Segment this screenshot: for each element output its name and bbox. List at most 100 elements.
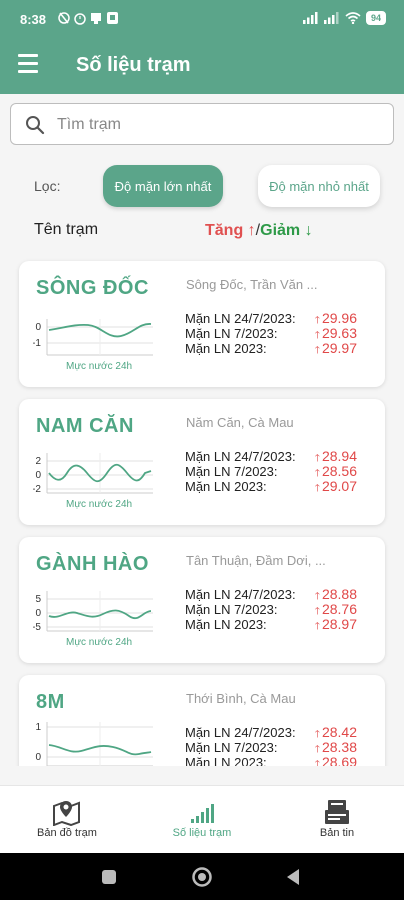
water-level-sparkline: 2 0 -2 <box>33 453 153 495</box>
metric-label: Mặn LN 24/7/2023: <box>185 587 296 602</box>
arrow-up-icon: 🡑 <box>314 621 320 632</box>
metric-label: Mặn LN 24/7/2023: <box>185 449 296 464</box>
recents-icon[interactable] <box>101 869 117 885</box>
metric-label: Mặn LN 7/2023: <box>185 602 278 617</box>
salinity-values: 🡑 28.94 🡑 28.56 🡑 29.07 <box>307 448 357 495</box>
sparkline-caption: Mực nước 24h <box>66 637 133 648</box>
station-location: Thới Bình, Cà Mau <box>186 691 296 706</box>
arrow-up-icon: 🡑 <box>314 591 320 602</box>
nav-label: Số liệu trạm <box>172 827 232 839</box>
back-icon[interactable] <box>285 868 301 886</box>
metric-label: Mặn LN 2023: <box>185 617 267 632</box>
salinity-values: 🡑 29.96 🡑 29.63 🡑 29.97 <box>307 311 357 357</box>
metric-value: 29.63 <box>321 325 357 341</box>
arrow-up-icon: 🡑 <box>314 744 320 755</box>
sparkline-caption: Mực nước 24h <box>66 361 133 372</box>
metric-value: 28.97 <box>321 616 357 632</box>
arrow-up-icon: 🡑 <box>314 759 320 766</box>
y-tick: -1 <box>33 338 41 349</box>
map-marker-icon <box>53 801 80 826</box>
search-input[interactable] <box>57 113 377 137</box>
metric-value: 28.42 <box>321 724 357 740</box>
station-name-column-header: Tên trạm <box>34 221 99 238</box>
page-title: Số liệu trạm <box>76 54 191 76</box>
metric-value: 28.38 <box>321 739 357 755</box>
metric-label: Mặn LN 7/2023: <box>185 326 278 341</box>
newspaper-icon <box>325 800 349 824</box>
salinity-values: 🡑 28.88 🡑 28.76 🡑 28.97 <box>307 586 357 633</box>
battery-icon: 94 <box>365 11 386 25</box>
nav-news[interactable]: Bản tin <box>270 786 404 854</box>
arrow-up-icon: 🡑 <box>314 468 320 479</box>
sort-decrease-label[interactable]: Giảm ↓ <box>260 222 312 239</box>
arrow-up-icon: 🡑 <box>314 315 320 326</box>
notification-icons-svg <box>58 12 118 25</box>
arrow-up-icon: 🡑 <box>314 483 320 494</box>
salinity-labels: Mặn LN 24/7/2023: Mặn LN 7/2023: Mặn LN … <box>185 449 296 494</box>
arrow-up-icon: 🡑 <box>314 453 320 464</box>
wifi-icon <box>345 12 361 24</box>
sparkline-caption: Mực nước 24h <box>66 499 133 510</box>
y-tick: 0 <box>35 608 41 619</box>
y-tick: 5 <box>35 594 41 605</box>
system-navigation-bar <box>0 853 404 900</box>
bottom-navigation: Bản đồ trạm Số liệu trạm Bản tin <box>0 785 404 853</box>
metric-value: 29.07 <box>321 478 357 494</box>
station-list[interactable]: SÔNG ĐỐC Sông Đốc, Trần Văn ... 0 -1 Mực… <box>0 250 404 766</box>
y-tick: -5 <box>33 622 41 633</box>
metric-value: 28.88 <box>321 586 357 602</box>
metric-label: Mặn LN 2023: <box>185 755 267 766</box>
salinity-labels: Mặn LN 24/7/2023: Mặn LN 7/2023: Mặn LN … <box>185 587 296 632</box>
filter-min-salinity-button[interactable]: Độ mặn nhỏ nhất <box>258 165 380 207</box>
station-card[interactable]: NAM CĂN Năm Căn, Cà Mau 2 0 -2 Mực nước … <box>19 399 385 525</box>
arrow-up-icon: 🡑 <box>314 330 320 341</box>
notification-icons <box>58 11 120 28</box>
hamburger-menu-icon[interactable] <box>18 54 40 76</box>
station-card[interactable]: GÀNH HÀO Tân Thuận, Đầm Dơi, ... 5 0 -5 … <box>19 537 385 663</box>
status-time: 8:38 <box>20 12 47 27</box>
filter-label: Lọc: <box>34 178 61 194</box>
y-tick: 1 <box>35 722 41 733</box>
water-level-sparkline: 1 0 <box>35 722 153 766</box>
status-bar: 8:38 94 <box>0 0 404 36</box>
metric-label: Mặn LN 7/2023: <box>185 464 278 479</box>
salinity-labels: Mặn LN 24/7/2023: Mặn LN 7/2023: Mặn LN … <box>185 311 296 356</box>
y-tick: 0 <box>35 322 41 333</box>
nav-label: Bản tin <box>319 827 355 839</box>
station-card[interactable]: 8M Thới Bình, Cà Mau 1 0 Mặn LN 24/7/202… <box>19 675 385 766</box>
metric-label: Mặn LN 2023: <box>185 341 267 356</box>
metric-value: 28.56 <box>321 463 357 479</box>
app-bar: Số liệu trạm <box>0 36 404 94</box>
water-level-sparkline: 5 0 -5 <box>33 591 153 633</box>
station-name: NAM CĂN <box>36 415 134 437</box>
y-tick: -2 <box>33 484 41 495</box>
metric-value: 28.94 <box>321 448 357 464</box>
nav-station-map[interactable]: Bản đồ trạm <box>0 786 134 854</box>
metric-value: 28.69 <box>321 754 357 767</box>
arrow-up-icon: 🡑 <box>314 729 320 740</box>
system-status-icons: 94 <box>302 11 386 25</box>
station-location: Sông Đốc, Trần Văn ... <box>186 277 318 292</box>
y-tick: 2 <box>35 456 41 467</box>
home-icon[interactable] <box>191 866 213 888</box>
signal-bars-icon <box>191 804 214 823</box>
station-name: SÔNG ĐỐC <box>36 277 149 299</box>
sort-toggle[interactable]: Tăng ↑/Giảm ↓ <box>205 222 313 240</box>
metric-label: Mặn LN 24/7/2023: <box>185 725 296 740</box>
search-icon <box>26 116 45 135</box>
nav-label: Bản đồ trạm <box>37 827 97 839</box>
nav-station-data[interactable]: Số liệu trạm <box>135 786 269 854</box>
metric-label: Mặn LN 7/2023: <box>185 740 278 755</box>
y-tick: 0 <box>35 752 41 763</box>
filter-max-salinity-button[interactable]: Độ mặn lớn nhất <box>103 165 223 207</box>
station-name: GÀNH HÀO <box>36 553 149 575</box>
arrow-up-icon: 🡑 <box>314 606 320 617</box>
station-card[interactable]: SÔNG ĐỐC Sông Đốc, Trần Văn ... 0 -1 Mực… <box>19 261 385 387</box>
cellular-signal-2-icon <box>323 12 339 24</box>
search-bar[interactable] <box>10 103 394 145</box>
station-location: Tân Thuận, Đầm Dơi, ... <box>186 553 326 568</box>
sort-increase-label[interactable]: Tăng ↑ <box>205 222 256 239</box>
salinity-labels: Mặn LN 24/7/2023: Mặn LN 7/2023: Mặn LN … <box>185 725 296 766</box>
station-location: Năm Căn, Cà Mau <box>186 415 294 430</box>
station-name: 8M <box>36 691 65 713</box>
